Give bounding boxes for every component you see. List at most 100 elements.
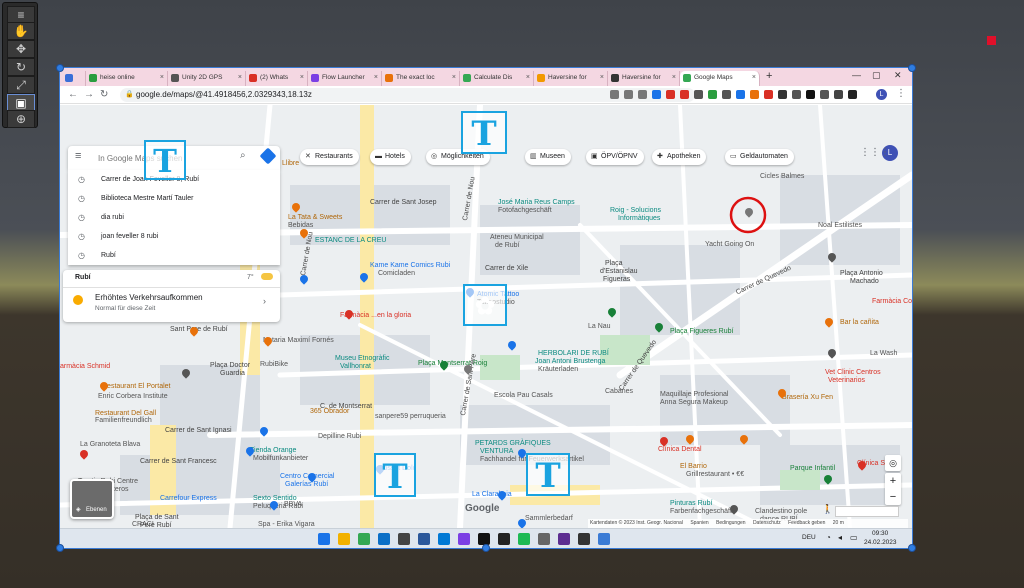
extension-icon[interactable] bbox=[834, 90, 843, 99]
apps-grid-icon[interactable]: ⋮⋮⋮ bbox=[860, 147, 890, 158]
move-tool-icon[interactable]: ✥ bbox=[7, 40, 35, 58]
map-label[interactable]: Mobilfunkanbieter bbox=[253, 455, 308, 462]
browser-tab[interactable] bbox=[62, 71, 86, 86]
extension-icon[interactable] bbox=[666, 90, 675, 99]
map-label[interactable]: PETARDS GRÀFIQUES bbox=[475, 440, 551, 447]
map-label[interactable]: Plaça Antonio bbox=[840, 270, 883, 277]
suggestion-item[interactable]: ◷ dia rubi bbox=[68, 208, 280, 227]
map-label[interactable]: La Nau bbox=[588, 323, 611, 330]
footer-link-terms[interactable]: Bedingungen bbox=[716, 520, 745, 526]
map-label[interactable]: armàcia Schmid bbox=[60, 363, 110, 370]
map-label[interactable]: Cabanes bbox=[605, 388, 633, 395]
category-chip[interactable]: ✚ Apotheken bbox=[652, 149, 707, 165]
app-icon[interactable] bbox=[598, 533, 610, 545]
file-explorer-icon[interactable] bbox=[338, 533, 350, 545]
suggestion-item[interactable]: ◷ Rubí bbox=[68, 246, 280, 265]
chrome-icon[interactable] bbox=[358, 533, 370, 545]
imagery-thumbnails[interactable] bbox=[835, 506, 899, 517]
category-chip[interactable]: ▥ Museen bbox=[525, 149, 571, 165]
map-label[interactable]: Spa - Erika Vigara bbox=[258, 521, 315, 528]
map-label[interactable]: Carrer de Sant Josep bbox=[370, 199, 437, 206]
close-tab-icon[interactable]: × bbox=[238, 71, 242, 84]
map-label[interactable]: Notaria Maximí Fornés bbox=[263, 337, 334, 344]
map-label[interactable]: Vallhonrat bbox=[340, 363, 371, 370]
map-label[interactable]: ESTANC DE LA CREU bbox=[315, 237, 386, 244]
close-tab-icon[interactable]: × bbox=[752, 71, 756, 84]
map-label[interactable]: Anna Segura Makeup bbox=[660, 399, 728, 406]
url-field[interactable]: 🔒 google.de/maps/@41.4918456,2.0329343,1… bbox=[120, 88, 695, 102]
map-label[interactable]: Carrer de Sant Ignasi bbox=[165, 427, 232, 434]
app-icon[interactable] bbox=[458, 533, 470, 545]
category-chip[interactable]: ▬ Hotels bbox=[370, 149, 411, 165]
map-label[interactable]: Restaurant Del Gall bbox=[95, 410, 156, 417]
map-label[interactable]: Llibre bbox=[282, 160, 299, 167]
extension-icon[interactable] bbox=[806, 90, 815, 99]
map-label[interactable]: Informàtiques bbox=[618, 215, 660, 222]
zoom-in-button[interactable]: + bbox=[885, 473, 901, 489]
map-label[interactable]: Galerías Rubí bbox=[285, 481, 328, 488]
footer-link-country[interactable]: Spanien bbox=[690, 520, 708, 526]
close-tab-icon[interactable]: × bbox=[452, 71, 456, 84]
map-label[interactable]: Fotofachgeschäft bbox=[498, 207, 552, 214]
map-label[interactable]: Kame Kame Comics Rubi bbox=[370, 262, 450, 269]
hand-tool-icon[interactable]: ✋ bbox=[7, 22, 35, 40]
map-label[interactable]: Machado bbox=[850, 278, 879, 285]
map-label[interactable]: La Granoteta Blava bbox=[80, 441, 140, 448]
map-label[interactable]: Brasería Xu Fen bbox=[782, 394, 833, 401]
zoom-out-button[interactable]: − bbox=[885, 489, 901, 505]
footer-link-feedback[interactable]: Feedback geben bbox=[788, 520, 825, 526]
browser-tab[interactable]: Calculate Dis × bbox=[460, 71, 534, 86]
map-label[interactable]: Plaça Figueres Rubí bbox=[670, 328, 733, 335]
map-label[interactable]: Restaurant El Portalet bbox=[102, 383, 170, 390]
close-tab-icon[interactable]: × bbox=[526, 71, 530, 84]
map-label[interactable]: Sammlerbedarf bbox=[525, 515, 573, 522]
suggestion-item[interactable]: ◷ joan feveller 8 rubi bbox=[68, 227, 280, 246]
map-label[interactable]: RubiBike bbox=[260, 361, 288, 368]
volume-icon[interactable]: ◂ bbox=[838, 533, 842, 542]
map-label[interactable]: José Maria Reus Camps bbox=[498, 199, 575, 206]
map-label[interactable]: Familienfreundlich bbox=[95, 417, 152, 424]
extension-icon[interactable] bbox=[652, 90, 661, 99]
map-label[interactable]: d'Estanislau bbox=[600, 268, 638, 275]
maximize-icon[interactable]: ▢ bbox=[872, 70, 881, 81]
map-label[interactable]: Farmàcia Co bbox=[872, 298, 912, 305]
app-icon[interactable] bbox=[538, 533, 550, 545]
category-chip[interactable]: ▣ ÖPV/ÖPNV bbox=[586, 149, 644, 165]
map-label[interactable]: Plaça de Sant bbox=[135, 514, 179, 521]
close-window-icon[interactable]: ✕ bbox=[894, 70, 902, 81]
map-label[interactable]: sanpere59 perruqueria bbox=[375, 413, 446, 420]
word-icon[interactable] bbox=[418, 533, 430, 545]
resize-handle[interactable] bbox=[56, 544, 64, 552]
text-object-icon[interactable]: T bbox=[374, 453, 416, 497]
spotify-icon[interactable] bbox=[518, 533, 530, 545]
map-label[interactable]: Comicladen bbox=[378, 270, 415, 277]
browser-tab[interactable]: Flow Launcher × bbox=[308, 71, 382, 86]
vscode-icon[interactable] bbox=[378, 533, 390, 545]
map-label[interactable]: Grillrestaurant • €€ bbox=[686, 471, 744, 478]
map-label[interactable]: Clínica Dental bbox=[658, 446, 702, 453]
text-object-icon[interactable]: T bbox=[526, 453, 570, 496]
map-label[interactable]: Veterinarios bbox=[828, 377, 865, 384]
map-label[interactable]: La Wash bbox=[870, 350, 897, 357]
close-tab-icon[interactable]: × bbox=[374, 71, 378, 84]
forward-icon[interactable]: → bbox=[84, 89, 94, 100]
map-label[interactable]: La Tata & Sweets bbox=[288, 214, 342, 221]
start-icon[interactable] bbox=[318, 533, 330, 545]
close-tab-icon[interactable]: × bbox=[160, 71, 164, 84]
pegman-icon[interactable]: 🚶 bbox=[822, 504, 833, 515]
rotate-tool-icon[interactable]: ↻ bbox=[7, 58, 35, 76]
browser-tab[interactable]: heise online × bbox=[86, 71, 168, 86]
browser-tab[interactable]: Google Maps × bbox=[680, 71, 760, 86]
extension-icon[interactable] bbox=[708, 90, 717, 99]
extension-icon[interactable] bbox=[694, 90, 703, 99]
transform-tool-icon[interactable]: ⊕ bbox=[7, 110, 35, 128]
close-tab-icon[interactable]: × bbox=[300, 71, 304, 84]
extension-icon[interactable] bbox=[750, 90, 759, 99]
extension-icon[interactable] bbox=[638, 90, 647, 99]
text-object-icon[interactable]: T bbox=[144, 140, 186, 180]
map-label[interactable]: El Barrio bbox=[680, 463, 707, 470]
map-label[interactable]: Noal Estilistes bbox=[818, 222, 862, 229]
browser-tab[interactable]: The exact loc × bbox=[382, 71, 460, 86]
browser-tab[interactable]: (2) Whats × bbox=[246, 71, 308, 86]
map-label[interactable]: Kräuterladen bbox=[538, 366, 578, 373]
